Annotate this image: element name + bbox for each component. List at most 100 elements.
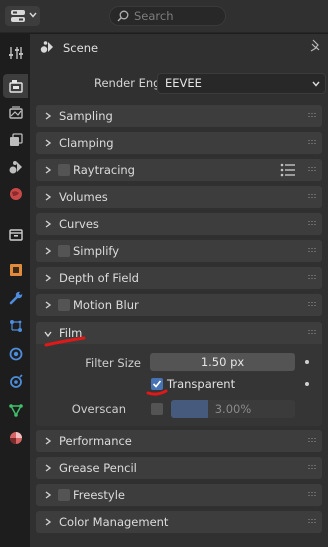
drag-handle-icon[interactable] — [308, 492, 318, 498]
properties-content: Scene Render Engine EEVEE Sampling Clamp… — [30, 34, 328, 547]
freestyle-checkbox[interactable] — [58, 489, 70, 501]
checkmark-icon — [152, 380, 162, 388]
panel-label: Raytracing — [73, 163, 135, 177]
panel-depth-of-field[interactable]: Depth of Field — [36, 267, 322, 289]
panel-motion-blur[interactable]: Motion Blur — [36, 294, 322, 316]
tab-constraints[interactable] — [3, 370, 28, 394]
animate-property-dot[interactable] — [305, 382, 309, 386]
chevron-right-icon — [45, 491, 52, 499]
animate-property-dot[interactable] — [305, 360, 309, 364]
context-title: Scene — [63, 41, 99, 55]
search-placeholder: Search — [134, 9, 174, 23]
panel-film[interactable]: Film — [36, 322, 322, 344]
drag-handle-icon[interactable] — [308, 465, 318, 471]
overscan-value: 3.00% — [214, 402, 252, 416]
search-input[interactable]: Search — [109, 6, 226, 26]
chevron-right-icon — [45, 437, 52, 445]
chevron-right-icon — [45, 139, 52, 147]
output-icon — [9, 106, 23, 119]
object-icon — [10, 264, 22, 276]
drag-handle-icon[interactable] — [308, 140, 318, 146]
particles-icon — [10, 320, 22, 332]
tool-icon — [9, 47, 23, 59]
raytracing-checkbox[interactable] — [58, 164, 70, 176]
panel-label: Motion Blur — [73, 298, 139, 312]
chevron-right-icon — [45, 193, 52, 201]
chevron-right-icon — [45, 166, 52, 174]
transparent-checkbox[interactable] — [151, 378, 163, 390]
tab-collection[interactable] — [3, 223, 28, 247]
scene-icon — [9, 161, 22, 174]
material-icon — [10, 432, 22, 444]
chevron-right-icon — [45, 112, 52, 120]
chevron-right-icon — [45, 220, 52, 228]
panel-raytracing[interactable]: Raytracing — [36, 159, 322, 181]
tab-tool[interactable] — [3, 41, 28, 65]
panel-label: Film — [59, 326, 83, 340]
drag-handle-icon[interactable] — [308, 221, 318, 227]
panel-freestyle[interactable]: Freestyle — [36, 484, 322, 506]
simplify-checkbox[interactable] — [58, 245, 70, 257]
render-icon — [9, 80, 23, 93]
panel-clamping[interactable]: Clamping — [36, 132, 322, 154]
panel-performance[interactable]: Performance — [36, 430, 322, 452]
panel-label: Clamping — [59, 136, 114, 150]
chevron-right-icon — [45, 247, 52, 255]
tab-modifier[interactable] — [3, 286, 28, 310]
wrench-icon — [9, 291, 23, 305]
filter-size-label: Filter Size — [85, 356, 141, 370]
pin-icon[interactable] — [309, 39, 321, 53]
constraints-icon — [10, 374, 23, 388]
editor-type-button[interactable] — [5, 6, 40, 26]
drag-handle-icon[interactable] — [308, 194, 318, 200]
chevron-right-icon — [45, 464, 52, 472]
motion-blur-checkbox[interactable] — [58, 299, 70, 311]
panel-volumes[interactable]: Volumes — [36, 186, 322, 208]
drag-handle-icon[interactable] — [308, 519, 318, 525]
render-engine-value: EEVEE — [165, 76, 202, 90]
panel-label: Volumes — [59, 190, 108, 204]
tab-world[interactable] — [3, 182, 28, 206]
panel-label: Sampling — [59, 109, 113, 123]
collection-icon — [9, 229, 23, 241]
filter-size-field[interactable]: 1.50 px — [150, 353, 295, 371]
tab-material[interactable] — [3, 426, 28, 450]
panel-color-management[interactable]: Color Management — [36, 511, 322, 533]
chevron-right-icon — [45, 301, 52, 309]
overscan-checkbox[interactable] — [151, 403, 163, 415]
properties-header: Search — [0, 0, 328, 33]
transparent-label: Transparent — [167, 377, 236, 391]
panel-grease-pencil[interactable]: Grease Pencil — [36, 457, 322, 479]
panel-curves[interactable]: Curves — [36, 213, 322, 235]
view-layer-icon — [10, 133, 23, 146]
tab-view-layer[interactable] — [3, 128, 28, 152]
drag-handle-icon[interactable] — [308, 248, 318, 254]
drag-handle-icon[interactable] — [308, 330, 318, 336]
overscan-field[interactable]: 3.00% — [171, 400, 295, 418]
chevron-down-icon — [312, 81, 320, 87]
panel-label: Simplify — [73, 244, 120, 258]
overscan-label: Overscan — [71, 402, 126, 416]
tab-output[interactable] — [3, 101, 28, 125]
tab-object[interactable] — [3, 258, 28, 282]
panel-sampling[interactable]: Sampling — [36, 105, 322, 127]
drag-handle-icon[interactable] — [308, 167, 318, 173]
drag-handle-icon[interactable] — [308, 302, 318, 308]
panel-simplify[interactable]: Simplify — [36, 240, 322, 262]
tab-physics[interactable] — [3, 342, 28, 366]
chevron-right-icon — [45, 518, 52, 526]
physics-icon — [9, 347, 23, 361]
chevron-down-icon — [44, 331, 52, 338]
list-icon[interactable] — [280, 163, 296, 177]
drag-handle-icon[interactable] — [308, 113, 318, 119]
render-engine-select[interactable]: EEVEE — [157, 73, 326, 94]
drag-handle-icon[interactable] — [308, 438, 318, 444]
panel-label: Performance — [59, 434, 132, 448]
panel-label: Curves — [59, 217, 99, 231]
tab-particles[interactable] — [3, 314, 28, 338]
drag-handle-icon[interactable] — [308, 275, 318, 281]
tab-scene[interactable] — [3, 155, 28, 179]
tab-render[interactable] — [3, 74, 28, 98]
world-icon — [10, 188, 22, 200]
chevron-down-icon — [29, 12, 37, 18]
